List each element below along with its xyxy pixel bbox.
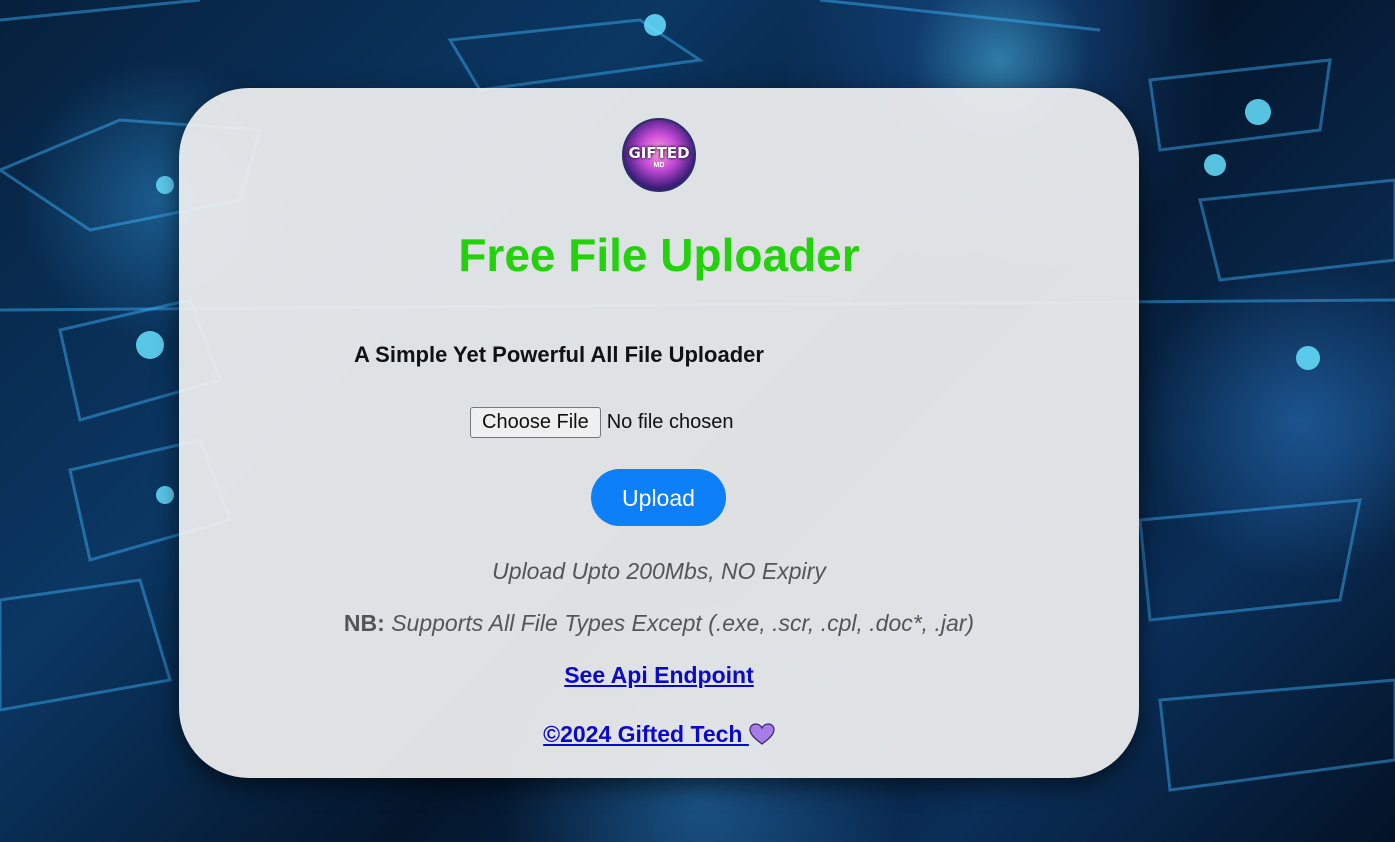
nb-text: Supports All File Types Except (.exe, .s… xyxy=(391,610,975,636)
footer-credit-link[interactable]: ©2024 Gifted Tech xyxy=(179,721,1139,751)
logo-text: GIFTED xyxy=(628,144,690,162)
choose-file-button[interactable]: Choose File xyxy=(470,407,601,438)
page-title: Free File Uploader xyxy=(458,229,860,281)
purple-heart-icon xyxy=(749,723,775,751)
nb-label: NB: xyxy=(343,610,385,636)
upload-button[interactable]: Upload xyxy=(591,469,726,526)
gifted-md-logo-icon: GIFTED MD xyxy=(622,118,696,192)
supported-types-note: NB: Supports All File Types Except (.exe… xyxy=(179,610,1139,637)
api-endpoint-link[interactable]: See Api Endpoint xyxy=(179,662,1139,689)
logo-subtext: MD xyxy=(653,162,665,169)
footer-credit-text: ©2024 Gifted Tech xyxy=(543,721,743,747)
file-status-text: No file chosen xyxy=(606,411,734,433)
uploader-card: GIFTED MD Free File Uploader A Simple Ye… xyxy=(179,88,1139,778)
upload-limit-note: Upload Upto 200Mbs, NO Expiry xyxy=(492,558,826,584)
file-input[interactable]: Choose File No file chosen xyxy=(470,407,733,438)
page-subtitle: A Simple Yet Powerful All File Uploader xyxy=(354,342,764,367)
